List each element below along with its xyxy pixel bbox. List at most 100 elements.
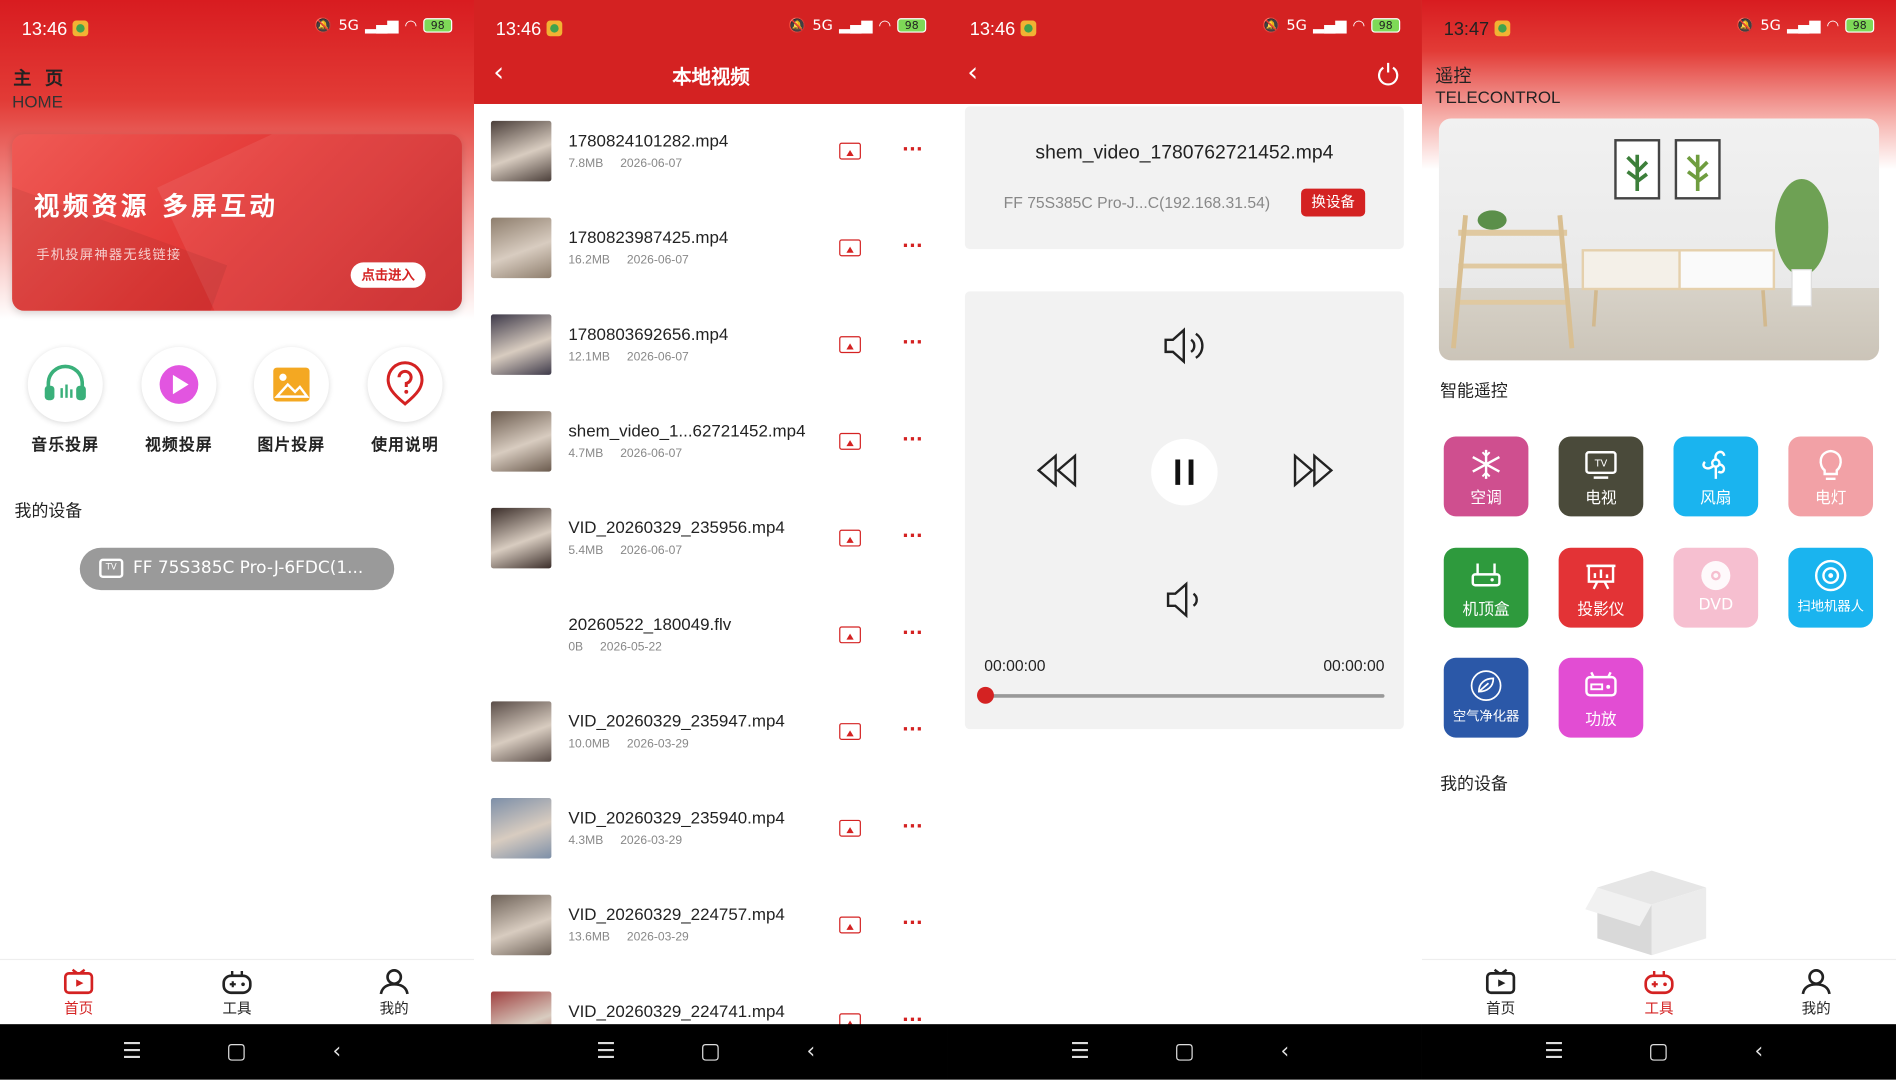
cast-icon[interactable] [839,626,861,644]
video-date: 2026-06-07 [620,157,683,171]
video-cast-button[interactable] [141,347,217,423]
cast-icon[interactable] [839,529,861,547]
video-name: VID_20260329_224741.mp4 [568,1001,785,1021]
video-date: 2026-03-29 [626,931,689,945]
cast-icon[interactable] [839,819,861,837]
image-cast-button[interactable] [253,347,329,423]
menu-nav-button[interactable]: ☰ [596,1039,616,1064]
tv-play-icon [1485,968,1516,995]
video-list-item[interactable]: 20260522_180049.flv 0B 2026-05-22 ··· [474,588,948,685]
remote-item[interactable]: 投影仪 [1558,547,1644,628]
disc-icon [1701,561,1731,591]
video-list-item[interactable]: shem_video_1...62721452.mp4 4.7MB 2026-06-… [474,394,948,491]
remote-item-label: 风扇 [1700,489,1732,508]
volume-down-icon[interactable] [1164,579,1205,620]
video-list-item[interactable]: 1780824101282.mp4 7.8MB 2026-06-07 ··· [474,104,948,201]
video-meta: 16.2MB 2026-06-07 [568,254,705,267]
remote-item[interactable]: 空气净化器 [1443,657,1529,738]
pause-button[interactable] [1151,438,1218,506]
back-nav-button[interactable]: ‹ [1755,1039,1764,1064]
banner-enter-button[interactable]: 点击进入 [350,262,426,288]
menu-nav-button[interactable]: ☰ [1544,1039,1564,1064]
progress-knob[interactable] [977,686,994,704]
bulb-icon [1819,449,1842,481]
menu-nav-button[interactable]: ☰ [1070,1039,1090,1064]
home-nav-button[interactable]: ▢ [226,1039,247,1064]
more-icon[interactable]: ··· [902,622,923,644]
back-nav-button[interactable]: ‹ [333,1039,342,1064]
help-label: 使用说明 [371,436,439,455]
more-icon[interactable]: ··· [902,138,923,160]
home-nav-button[interactable]: ▢ [700,1039,721,1064]
video-size: 12.1MB [568,350,610,364]
home-nav-button[interactable]: ▢ [1174,1039,1195,1064]
remote-item[interactable]: DVD [1673,547,1759,628]
video-list-item[interactable]: VID_20260329_235947.mp4 10.0MB 2026-03-29 ·… [474,684,948,781]
total-time: 00:00:00 [1323,656,1385,675]
remote-screen: 13:47 🔕 5G ▂▄▆ ◠ 98 遥控 TELECONTROL 智能遥控 … [1421,0,1896,1080]
more-icon[interactable]: ··· [902,815,923,837]
tab-home[interactable]: 首页 [42,968,115,1019]
cast-icon[interactable] [839,142,861,160]
video-list-item[interactable]: 1780803692656.mp4 12.1MB 2026-06-07 ··· [474,297,948,394]
help-button[interactable] [367,347,443,423]
music-cast-button[interactable] [27,347,103,423]
home-screen: 13:46 🔕 5G ▂▄▆ ◠ 98 主 页 HOME 视频资源 多屏互动 手… [0,0,474,1080]
tab-tools[interactable]: 工具 [201,969,274,1019]
video-meta: 5.4MB 2026-06-07 [568,544,699,557]
power-icon[interactable] [1376,62,1400,86]
back-nav-button[interactable]: ‹ [807,1039,816,1064]
more-icon[interactable]: ··· [902,331,923,353]
menu-nav-button[interactable]: ☰ [122,1039,142,1064]
tv-icon: TV [1585,451,1617,479]
svg-text:TV: TV [1594,459,1608,470]
remote-item[interactable]: 电灯 [1788,436,1874,517]
system-nav-bar: ☰ ▢ ‹ [473,1024,948,1080]
remote-item[interactable]: TV 电视 [1558,436,1644,517]
app-notification-icon [1494,20,1511,37]
fast-forward-icon[interactable] [1291,452,1335,488]
video-thumbnail [490,507,552,569]
tab-mine[interactable]: 我的 [358,969,431,1019]
video-date: 2026-06-07 [620,544,683,558]
tab-home[interactable]: 首页 [1464,968,1537,1019]
device-pill[interactable]: TV FF 75S385C Pro-J-6FDC(1... [79,547,395,591]
promo-banner[interactable]: 视频资源 多屏互动 手机投屏神器无线链接 点击进入 [12,134,462,311]
image-icon [273,367,310,402]
back-button[interactable]: ‹ [967,60,978,87]
status-time: 13:46 [21,19,68,40]
my-devices-title: 我的设备 [14,501,83,522]
rewind-icon[interactable] [1035,452,1079,488]
remote-item[interactable]: 扫地机器人 [1788,547,1874,628]
video-date: 2026-05-22 [600,640,662,655]
remote-item[interactable]: 功放 [1558,657,1644,738]
more-icon[interactable]: ··· [902,525,923,547]
mute-icon: 🔕 [1736,16,1755,34]
home-nav-button[interactable]: ▢ [1648,1039,1669,1064]
video-list-item[interactable]: VID_20260329_224757.mp4 13.6MB 2026-03-29 ·… [474,878,948,975]
cast-icon[interactable] [839,916,861,934]
cast-icon[interactable] [839,336,861,354]
volume-up-icon[interactable] [1162,325,1208,366]
remote-item[interactable]: 机顶盒 [1443,547,1529,628]
more-icon[interactable]: ··· [902,912,923,934]
tab-tools[interactable]: 工具 [1623,969,1696,1019]
switch-device-button[interactable]: 换设备 [1301,188,1366,217]
progress-track[interactable] [984,694,1385,698]
more-icon[interactable]: ··· [902,428,923,450]
remote-item[interactable]: 风扇 [1673,436,1759,517]
back-nav-button[interactable]: ‹ [1281,1039,1290,1064]
video-list-item[interactable]: 1780823987425.mp4 16.2MB 2026-06-07 ··· [474,201,948,298]
cast-icon[interactable] [839,723,861,741]
video-list-item[interactable]: VID_20260329_235956.mp4 5.4MB 2026-06-07 ··… [474,491,948,588]
more-icon[interactable]: ··· [902,235,923,257]
remote-item[interactable]: 空调 [1443,436,1529,517]
banner-title: 视频资源 多屏互动 [33,192,279,222]
video-date: 2026-06-07 [626,350,689,364]
video-list-item[interactable]: VID_20260329_235940.mp4 4.3MB 2026-03-29 ··… [474,781,948,878]
my-devices-title: 我的设备 [1440,775,1508,795]
tab-mine[interactable]: 我的 [1780,969,1853,1019]
cast-icon[interactable] [839,432,861,450]
cast-icon[interactable] [839,239,861,257]
more-icon[interactable]: ··· [902,718,923,740]
